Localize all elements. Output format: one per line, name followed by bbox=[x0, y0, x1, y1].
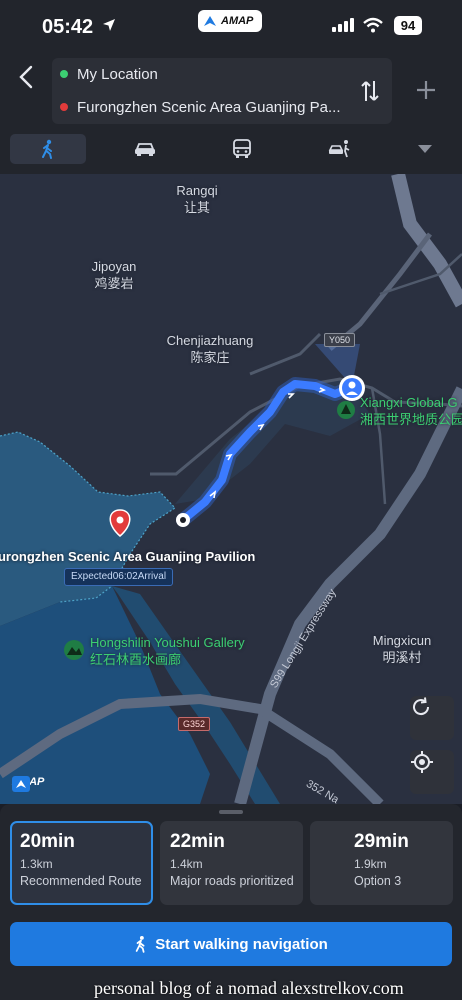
route-option-tag: Option 3 bbox=[354, 874, 402, 888]
place-xiangxi-zh: 湘西世界地质公园 bbox=[360, 412, 462, 427]
place-gallery-en: Hongshilin Youshui Gallery bbox=[90, 635, 245, 650]
route-option-distance: 1.3km bbox=[20, 857, 53, 871]
place-rangqi[interactable]: Rangqi 让其 bbox=[160, 182, 234, 216]
tab-taxi[interactable] bbox=[302, 134, 378, 164]
route-option-distance: 1.4km bbox=[170, 857, 203, 871]
place-xiangxi-en: Xiangxi Global G bbox=[360, 395, 458, 410]
app-badge[interactable]: AMAP bbox=[198, 10, 262, 32]
chevron-down-icon bbox=[418, 145, 432, 153]
origin-field[interactable]: My Location bbox=[60, 62, 158, 86]
place-mingxicun-en: Mingxicun bbox=[372, 633, 432, 648]
bus-icon bbox=[233, 139, 251, 158]
place-gallery-zh: 红石林酉水画廊 bbox=[90, 652, 182, 667]
app-badge-label: AMAP bbox=[221, 15, 254, 27]
place-chenjiazhuang-zh: 陈家庄 bbox=[190, 350, 230, 365]
place-mingxicun-zh: 明溪村 bbox=[382, 650, 422, 665]
eta-tag: Expected06:02Arrival bbox=[64, 568, 174, 586]
place-mingxicun[interactable]: Mingxicun 明溪村 bbox=[364, 632, 440, 666]
blog-watermark: personal blog of a nomad alexstrelkov.co… bbox=[94, 978, 404, 998]
route-option-duration: 29min bbox=[354, 831, 409, 852]
destination-field[interactable]: Furongzhen Scenic Area Guanjing Pa... bbox=[60, 95, 341, 119]
road-tag-y050: Y050 bbox=[324, 333, 356, 347]
start-navigation-button[interactable]: Start walking navigation bbox=[10, 922, 452, 966]
destination-dot-icon bbox=[60, 103, 68, 111]
place-chenjiazhuang[interactable]: Chenjiazhuang 陈家庄 bbox=[158, 332, 262, 366]
place-jipoyan[interactable]: Jipoyan 鸡婆岩 bbox=[76, 258, 152, 292]
route-option-3[interactable]: 29min 1.9km Option 3 bbox=[310, 821, 453, 905]
origin-dot-icon bbox=[60, 70, 68, 78]
refresh-route-button[interactable] bbox=[410, 696, 454, 740]
route-options-sheet: 20min 1.3km Recommended Route 22min 1.4k… bbox=[0, 804, 462, 1000]
cellular-signal-icon bbox=[332, 18, 354, 32]
refresh-icon bbox=[413, 697, 430, 716]
tab-car[interactable] bbox=[107, 134, 183, 164]
place-xiangxi-geopark[interactable]: Xiangxi Global G 湘西世界地质公园 bbox=[360, 394, 462, 428]
amap-logo-icon bbox=[12, 776, 30, 792]
route-option-duration: 20min bbox=[20, 831, 75, 852]
wifi-icon bbox=[363, 17, 383, 33]
location-arrow-icon bbox=[103, 19, 115, 31]
place-chenjiazhuang-en: Chenjiazhuang bbox=[166, 333, 254, 348]
amap-logo-icon bbox=[204, 16, 216, 26]
tab-walk[interactable] bbox=[10, 134, 86, 164]
travel-mode-tabs bbox=[0, 134, 462, 164]
place-rangqi-zh: 让其 bbox=[183, 200, 210, 215]
locate-me-button[interactable] bbox=[410, 750, 454, 794]
walk-icon bbox=[135, 935, 145, 953]
place-jipoyan-en: Jipoyan bbox=[91, 259, 137, 274]
route-inputs: My Location Furongzhen Scenic Area Guanj… bbox=[52, 58, 392, 124]
more-modes-dropdown[interactable] bbox=[408, 134, 442, 164]
taxi-icon bbox=[328, 140, 350, 158]
map-view[interactable]: Rangqi 让其 Jipoyan 鸡婆岩 Chenjiazhuang 陈家庄 Xia… bbox=[0, 174, 462, 804]
route-option-tag: Major roads prioritized bbox=[170, 874, 294, 888]
walk-icon bbox=[42, 139, 52, 159]
start-navigation-label: Start walking navigation bbox=[155, 935, 328, 953]
route-option-1[interactable]: 20min 1.3km Recommended Route bbox=[10, 821, 153, 905]
place-hongshilin-gallery[interactable]: Hongshilin Youshui Gallery 红石林酉水画廊 bbox=[90, 634, 270, 668]
route-option-duration: 22min bbox=[170, 831, 225, 852]
map-canvas bbox=[0, 174, 462, 804]
destination-map-label: Furongzhen Scenic Area Guanjing Pavilion bbox=[0, 549, 256, 564]
back-button[interactable] bbox=[12, 60, 42, 94]
car-icon bbox=[135, 143, 155, 156]
crosshair-icon bbox=[411, 751, 433, 773]
destination-label: Furongzhen Scenic Area Guanjing Pa... bbox=[77, 98, 341, 116]
place-rangqi-en: Rangqi bbox=[176, 183, 218, 198]
status-time: 05:42 bbox=[42, 16, 94, 38]
battery-indicator: 94 bbox=[394, 16, 422, 35]
map-attribution: AMAP bbox=[12, 776, 44, 792]
road-tag-g352: G352 bbox=[178, 717, 211, 731]
swap-route-icon[interactable] bbox=[358, 78, 382, 104]
route-option-distance: 1.9km bbox=[354, 857, 387, 871]
origin-label: My Location bbox=[77, 65, 158, 83]
sheet-drag-handle[interactable] bbox=[219, 810, 243, 814]
status-bar: 05:42 AMAP 94 bbox=[0, 0, 462, 50]
route-option-2[interactable]: 22min 1.4km Major roads prioritized bbox=[160, 821, 303, 905]
route-option-tag: Recommended Route bbox=[20, 874, 142, 888]
add-stop-button[interactable] bbox=[412, 76, 440, 104]
route-header: My Location Furongzhen Scenic Area Guanj… bbox=[0, 50, 462, 174]
place-jipoyan-zh: 鸡婆岩 bbox=[94, 276, 134, 291]
tab-bus[interactable] bbox=[204, 134, 280, 164]
